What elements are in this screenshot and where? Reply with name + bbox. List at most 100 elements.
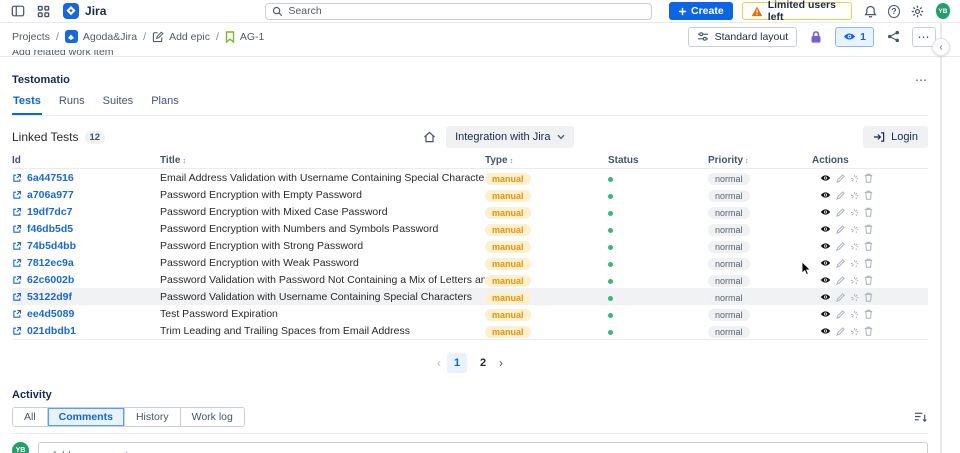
col-priority[interactable]: Priority ↕: [708, 155, 812, 166]
breadcrumb-projects[interactable]: Projects: [12, 31, 50, 43]
page-1-button[interactable]: 1: [447, 353, 467, 373]
unlink-icon[interactable]: [850, 310, 859, 319]
test-id-link[interactable]: ee4d5089: [27, 308, 74, 320]
delete-icon[interactable]: [864, 207, 873, 217]
table-row[interactable]: a706a977 Password Encryption with Empty …: [12, 186, 928, 203]
notifications-bell-icon[interactable]: [862, 2, 878, 20]
table-row[interactable]: 19df7dc7 Password Encryption with Mixed …: [12, 203, 928, 220]
jira-logo[interactable]: Jira: [63, 3, 106, 19]
activity-tab-worklog[interactable]: Work log: [180, 408, 244, 426]
activity-tab-history[interactable]: History: [124, 408, 181, 426]
delete-icon[interactable]: [864, 224, 873, 234]
edit-icon[interactable]: [836, 190, 845, 200]
unlink-icon[interactable]: [850, 242, 859, 251]
settings-gear-icon[interactable]: [910, 2, 926, 20]
standard-layout-button[interactable]: Standard layout: [687, 26, 798, 47]
comment-input[interactable]: Add a comment... Looks good! Need help?: [38, 442, 928, 453]
view-details-eye-icon[interactable]: [820, 242, 831, 250]
activity-tab-all[interactable]: All: [13, 408, 48, 426]
lock-icon[interactable]: [805, 27, 827, 47]
limited-users-badge[interactable]: Limited users left: [741, 0, 853, 23]
sort-newest-icon[interactable]: [914, 411, 928, 423]
view-details-eye-icon[interactable]: [820, 259, 831, 267]
edit-icon[interactable]: [836, 292, 845, 302]
view-details-eye-icon[interactable]: [820, 208, 831, 216]
test-id-link[interactable]: 7812ec9a: [27, 257, 74, 269]
unlink-icon[interactable]: [850, 208, 859, 217]
prev-page-icon[interactable]: ‹: [437, 356, 441, 370]
table-row[interactable]: 53122d9f Password Validation with Userna…: [12, 288, 928, 305]
test-id-link[interactable]: f46db5d5: [27, 223, 73, 235]
login-button[interactable]: Login: [863, 126, 928, 148]
help-icon[interactable]: ?: [888, 4, 900, 18]
next-page-icon[interactable]: ›: [499, 356, 503, 370]
delete-icon[interactable]: [864, 326, 873, 336]
edit-icon[interactable]: [836, 326, 845, 336]
table-row[interactable]: ee4d5089 Test Password Expiration manual…: [12, 305, 928, 322]
table-row[interactable]: 6a447516 Email Address Validation with U…: [12, 169, 928, 186]
unlink-icon[interactable]: [850, 259, 859, 268]
unlink-icon[interactable]: [850, 174, 859, 183]
unlink-icon[interactable]: [850, 276, 859, 285]
share-icon[interactable]: [882, 27, 904, 47]
edit-icon[interactable]: [836, 173, 845, 183]
test-id-link[interactable]: a706a977: [27, 189, 74, 201]
delete-icon[interactable]: [864, 275, 873, 285]
view-details-eye-icon[interactable]: [820, 225, 831, 233]
delete-icon[interactable]: [864, 173, 873, 183]
edit-icon[interactable]: [836, 224, 845, 234]
table-row[interactable]: f46db5d5 Password Encryption with Number…: [12, 220, 928, 237]
test-id-link[interactable]: 74b5d4bb: [27, 240, 76, 252]
unlink-icon[interactable]: [850, 293, 859, 302]
edit-icon[interactable]: [836, 275, 845, 285]
delete-icon[interactable]: [864, 309, 873, 319]
unlink-icon[interactable]: [850, 191, 859, 200]
view-details-eye-icon[interactable]: [820, 191, 831, 199]
table-row[interactable]: 7812ec9a Password Encryption with Weak P…: [12, 254, 928, 271]
integration-dropdown[interactable]: Integration with Jira: [446, 126, 575, 148]
edit-icon[interactable]: [836, 207, 845, 217]
delete-icon[interactable]: [864, 292, 873, 302]
test-id-link[interactable]: 6a447516: [27, 172, 74, 184]
unlink-icon[interactable]: [850, 225, 859, 234]
home-icon[interactable]: [423, 131, 436, 143]
test-id-link[interactable]: 19df7dc7: [27, 206, 73, 218]
edit-icon[interactable]: [836, 241, 845, 251]
table-row[interactable]: 74b5d4bb Password Encryption with Strong…: [12, 237, 928, 254]
breadcrumb-add-epic[interactable]: Add epic: [152, 31, 210, 43]
tab-tests[interactable]: Tests: [12, 95, 42, 115]
delete-icon[interactable]: [864, 190, 873, 200]
breadcrumb-issue[interactable]: AG-1: [225, 31, 264, 43]
col-title[interactable]: Title ↕: [160, 155, 485, 166]
testomatio-more-icon[interactable]: ⋯: [915, 73, 928, 87]
breadcrumb-project[interactable]: Agoda&Jira: [64, 30, 137, 43]
test-id-link[interactable]: 62c6002b: [27, 274, 74, 286]
tab-runs[interactable]: Runs: [58, 95, 86, 115]
view-details-eye-icon[interactable]: [820, 276, 831, 284]
view-details-eye-icon[interactable]: [820, 310, 831, 318]
edit-icon[interactable]: [836, 309, 845, 319]
test-id-link[interactable]: 53122d9f: [27, 291, 72, 303]
col-id[interactable]: Id: [12, 155, 160, 166]
test-id-link[interactable]: 021dbdb1: [27, 325, 76, 337]
delete-icon[interactable]: [864, 241, 873, 251]
tab-plans[interactable]: Plans: [150, 95, 180, 115]
search-input[interactable]: [288, 5, 646, 17]
edit-icon[interactable]: [836, 258, 845, 268]
tab-suites[interactable]: Suites: [102, 95, 135, 115]
user-avatar[interactable]: YB: [935, 3, 950, 19]
app-switcher-icon[interactable]: [36, 2, 53, 20]
view-details-eye-icon[interactable]: [820, 293, 831, 301]
activity-tab-comments[interactable]: Comments: [47, 408, 125, 426]
table-row[interactable]: 62c6002b Password Validation with Passwo…: [12, 271, 928, 288]
unlink-icon[interactable]: [850, 327, 859, 336]
view-details-eye-icon[interactable]: [820, 327, 831, 335]
col-type[interactable]: Type ↕: [485, 155, 608, 166]
collapse-panel-icon[interactable]: ‹: [932, 38, 950, 56]
create-button[interactable]: Create: [669, 2, 733, 20]
view-details-eye-icon[interactable]: [820, 174, 831, 182]
delete-icon[interactable]: [864, 258, 873, 268]
watchers-button[interactable]: 1: [835, 26, 874, 47]
search-bar[interactable]: [265, 2, 653, 20]
table-row[interactable]: 021dbdb1 Trim Leading and Trailing Space…: [12, 322, 928, 339]
